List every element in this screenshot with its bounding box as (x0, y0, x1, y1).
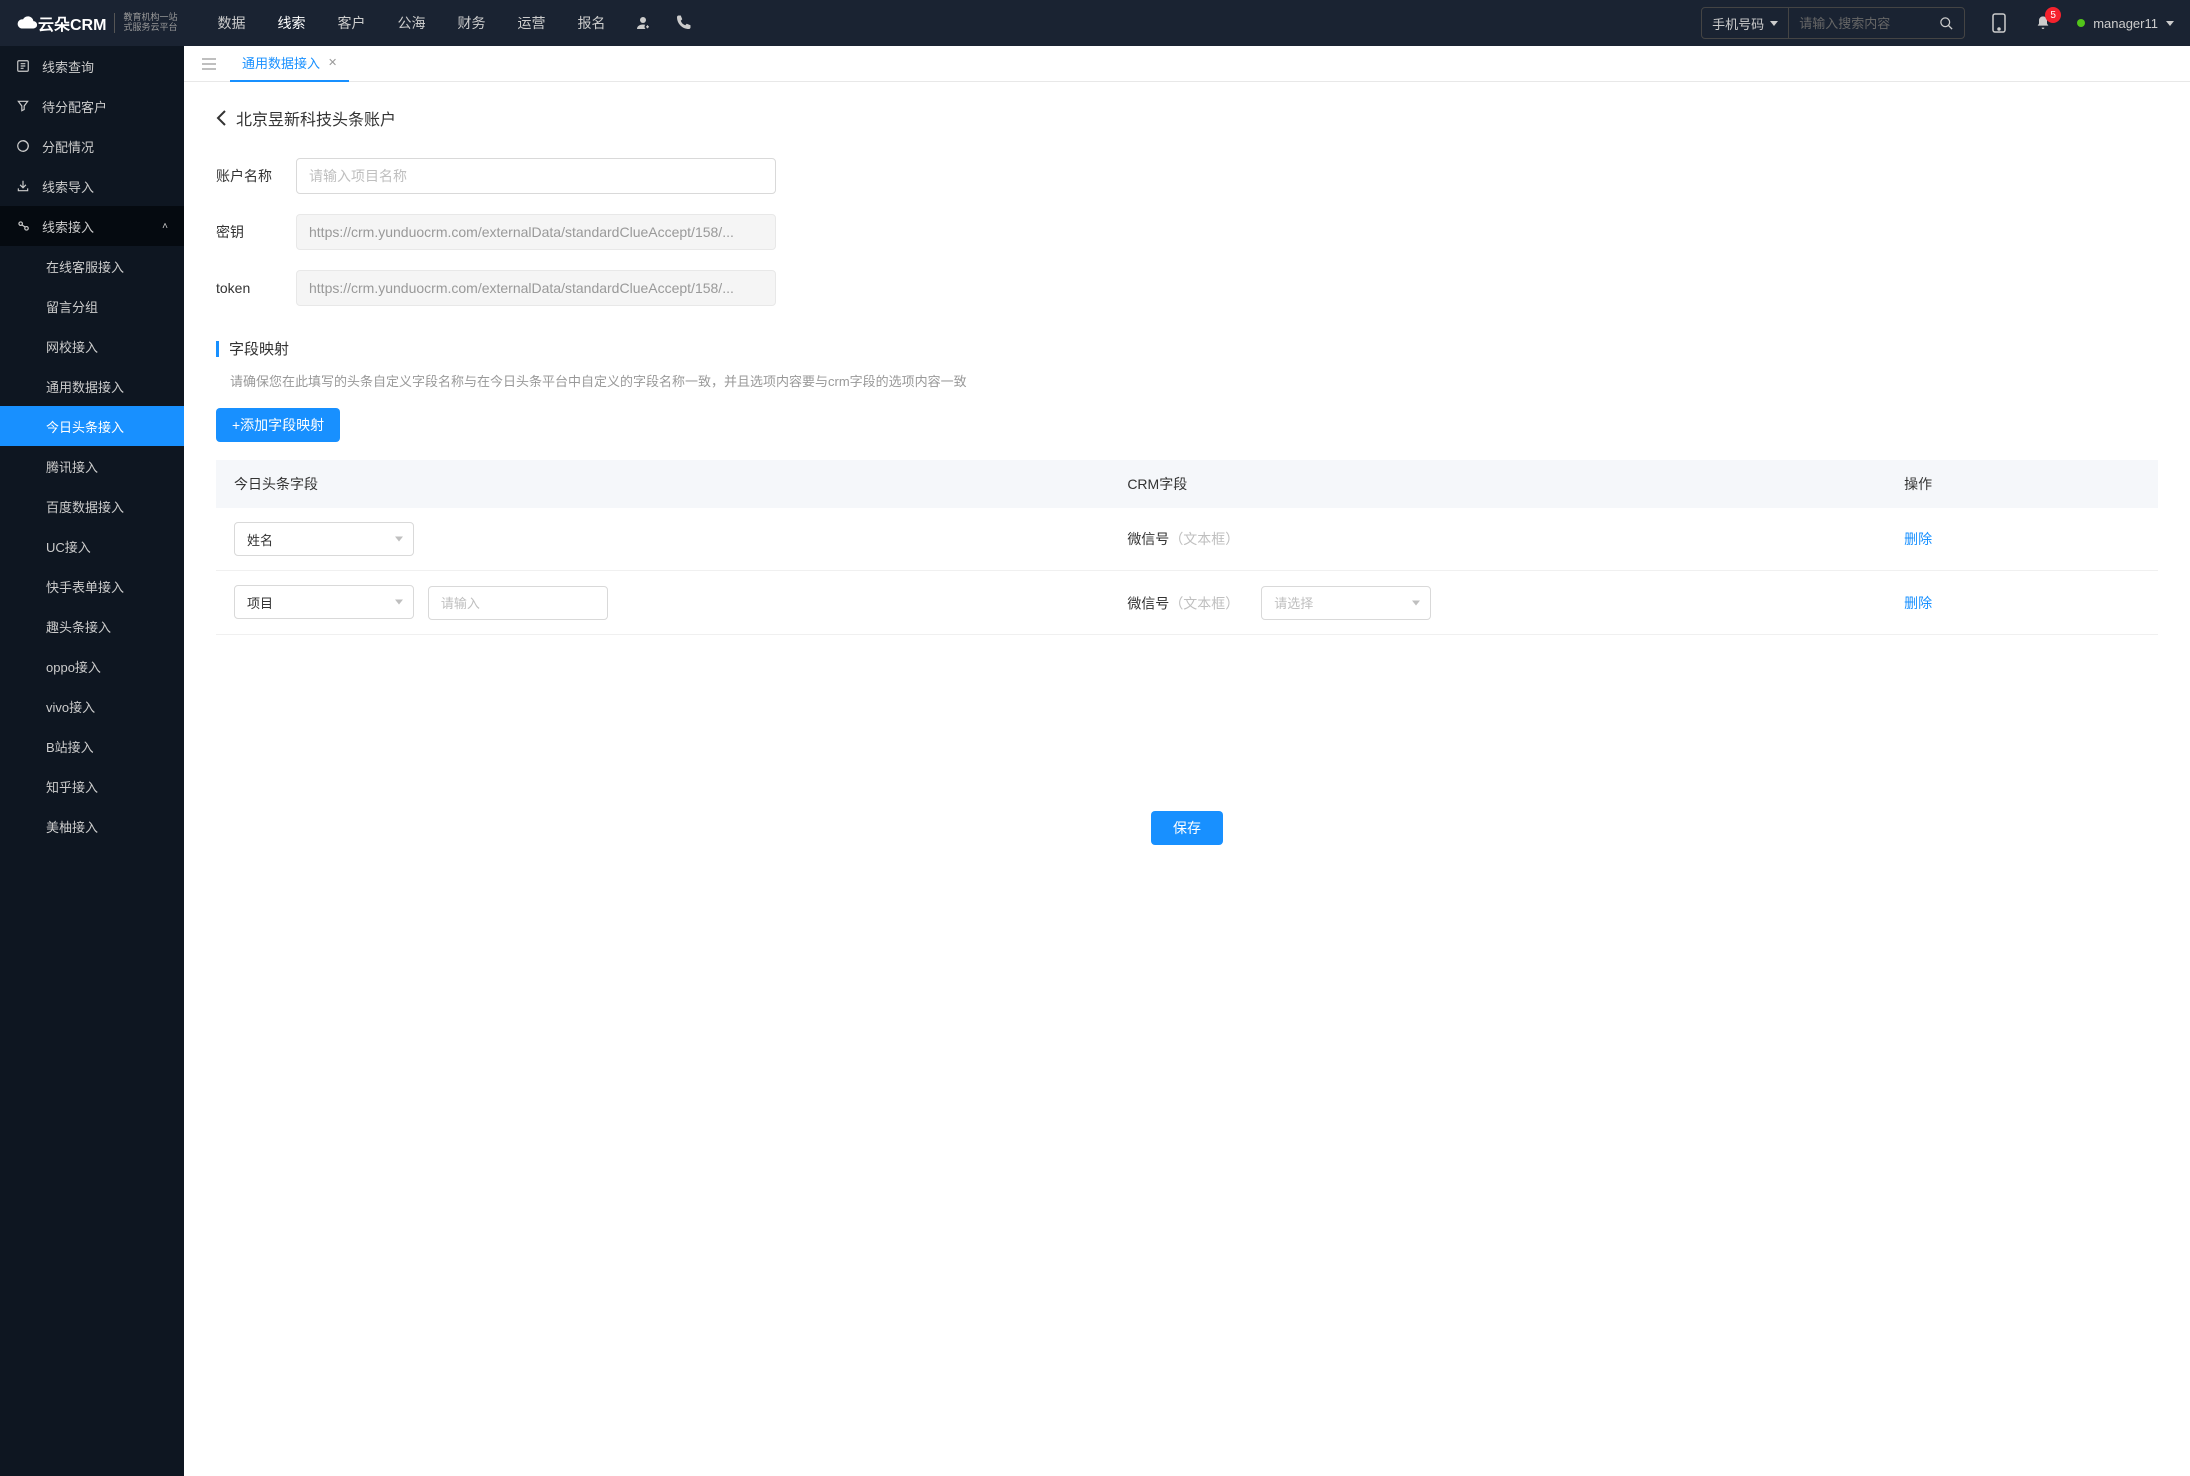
add-field-mapping-button[interactable]: +添加字段映射 (216, 408, 340, 442)
delete-row-link[interactable]: 删除 (1904, 595, 1932, 611)
app-header: 云朵CRM 教育机构一站 式服务云平台 数据线索客户公海财务运营报名 手机号码 … (0, 0, 2190, 46)
delete-row-link[interactable]: 删除 (1904, 531, 1932, 547)
table-row: 项目 微信号（文本框） 请选择 删除 (216, 571, 2158, 635)
status-dot-icon (2077, 19, 2085, 27)
nav-item[interactable]: 运营 (517, 13, 545, 33)
table-row: 姓名 微信号（文本框） 删除 (216, 508, 2158, 571)
logo: 云朵CRM 教育机构一站 式服务云平台 (16, 11, 177, 35)
search-input[interactable] (1789, 16, 1929, 31)
account-name-input[interactable] (296, 158, 776, 194)
token-input[interactable] (296, 270, 776, 306)
nav-item[interactable]: 报名 (577, 13, 605, 33)
close-tab-icon[interactable]: ✕ (328, 56, 337, 69)
sidebar-sub-item[interactable]: 今日头条接入 (0, 406, 184, 446)
field-mapping-table: 今日头条字段 CRM字段 操作 姓名 微信号（文本框） 删除 (216, 460, 2158, 635)
col-action: 操作 (1886, 460, 2158, 508)
section-header: 字段映射 (216, 338, 2158, 359)
user-menu[interactable]: manager11 (2077, 16, 2174, 31)
col-toutiao-field: 今日头条字段 (216, 460, 1109, 508)
sidebar-sub-item[interactable]: oppo接入 (0, 646, 184, 686)
sidebar-sub-item[interactable]: 美柚接入 (0, 806, 184, 846)
token-label: token (216, 280, 296, 296)
save-button[interactable]: 保存 (1151, 811, 1223, 845)
chevron-up-icon: ˄ (162, 221, 168, 232)
search-mode-select[interactable]: 手机号码 (1702, 8, 1789, 38)
user-add-icon[interactable] (633, 13, 653, 33)
sidebar-icon (16, 139, 30, 153)
sidebar-sub-item[interactable]: 留言分组 (0, 286, 184, 326)
sidebar-sub-item[interactable]: 腾讯接入 (0, 446, 184, 486)
sidebar-item[interactable]: 线索导入 (0, 166, 184, 206)
crm-field-label: 微信号 (1127, 595, 1169, 611)
search-bar: 手机号码 (1701, 7, 1965, 39)
sidebar-item[interactable]: 待分配客户 (0, 86, 184, 126)
nav-item[interactable]: 客户 (337, 13, 365, 33)
toutiao-field-input[interactable] (428, 586, 608, 620)
phone-icon[interactable] (673, 13, 693, 33)
nav-item[interactable]: 财务 (457, 13, 485, 33)
main-content: 通用数据接入 ✕ 北京昱新科技头条账户 账户名称 密钥 token (184, 46, 2190, 1476)
nav-item[interactable]: 数据 (217, 13, 245, 33)
mobile-icon[interactable] (1989, 13, 2009, 33)
sidebar-icon (16, 219, 30, 233)
crm-field-type: （文本框） (1169, 531, 1239, 547)
sidebar-item[interactable]: 分配情况 (0, 126, 184, 166)
sidebar-sub-item[interactable]: 知乎接入 (0, 766, 184, 806)
sidebar-sub-item[interactable]: UC接入 (0, 526, 184, 566)
sidebar-item[interactable]: 线索查询 (0, 46, 184, 86)
sidebar-sub-item[interactable]: 快手表单接入 (0, 566, 184, 606)
toutiao-field-select[interactable]: 姓名 (234, 522, 414, 556)
tab-general-data-access[interactable]: 通用数据接入 ✕ (230, 46, 349, 82)
tabs-bar: 通用数据接入 ✕ (184, 46, 2190, 82)
nav-item[interactable]: 公海 (397, 13, 425, 33)
sidebar-icon (16, 179, 30, 193)
crm-field-type: （文本框） (1169, 595, 1239, 611)
secret-key-label: 密钥 (216, 222, 296, 242)
crm-field-label: 微信号 (1127, 531, 1169, 547)
sidebar-sub-item[interactable]: 通用数据接入 (0, 366, 184, 406)
notification-badge: 5 (2045, 7, 2061, 23)
section-hint: 请确保您在此填写的头条自定义字段名称与在今日头条平台中自定义的字段名称一致，并且… (216, 371, 2158, 390)
nav-item[interactable]: 线索 (277, 13, 305, 33)
account-name-label: 账户名称 (216, 166, 296, 186)
col-crm-field: CRM字段 (1109, 460, 1886, 508)
sidebar-sub-item[interactable]: 趣头条接入 (0, 606, 184, 646)
toutiao-field-select[interactable]: 项目 (234, 585, 414, 619)
crm-field-select[interactable]: 请选择 (1261, 586, 1431, 620)
secret-key-input[interactable] (296, 214, 776, 250)
sidebar-sub-item[interactable]: 网校接入 (0, 326, 184, 366)
sidebar-sub-item[interactable]: B站接入 (0, 726, 184, 766)
sidebar-sub-item[interactable]: 在线客服接入 (0, 246, 184, 286)
sidebar-item[interactable]: 线索接入˄ (0, 206, 184, 246)
search-button[interactable] (1929, 16, 1964, 31)
notification-icon[interactable]: 5 (2033, 13, 2053, 33)
sidebar-icon (16, 99, 30, 113)
sidebar: 线索查询待分配客户分配情况线索导入线索接入˄ 在线客服接入留言分组网校接入通用数… (0, 46, 184, 1476)
page-title: 北京昱新科技头条账户 (236, 106, 396, 130)
logo-text: 云朵CRM (38, 11, 106, 35)
logo-subtitle: 教育机构一站 式服务云平台 (114, 13, 177, 33)
sidebar-icon (16, 59, 30, 73)
back-icon[interactable] (216, 110, 226, 126)
page-header: 北京昱新科技头条账户 (216, 106, 2158, 130)
collapse-tabs-icon[interactable] (196, 58, 222, 70)
top-nav: 数据 线索 客户 公海 财务 运营 报名 (217, 13, 605, 33)
sidebar-sub-item[interactable]: 百度数据接入 (0, 486, 184, 526)
sidebar-sub-item[interactable]: vivo接入 (0, 686, 184, 726)
